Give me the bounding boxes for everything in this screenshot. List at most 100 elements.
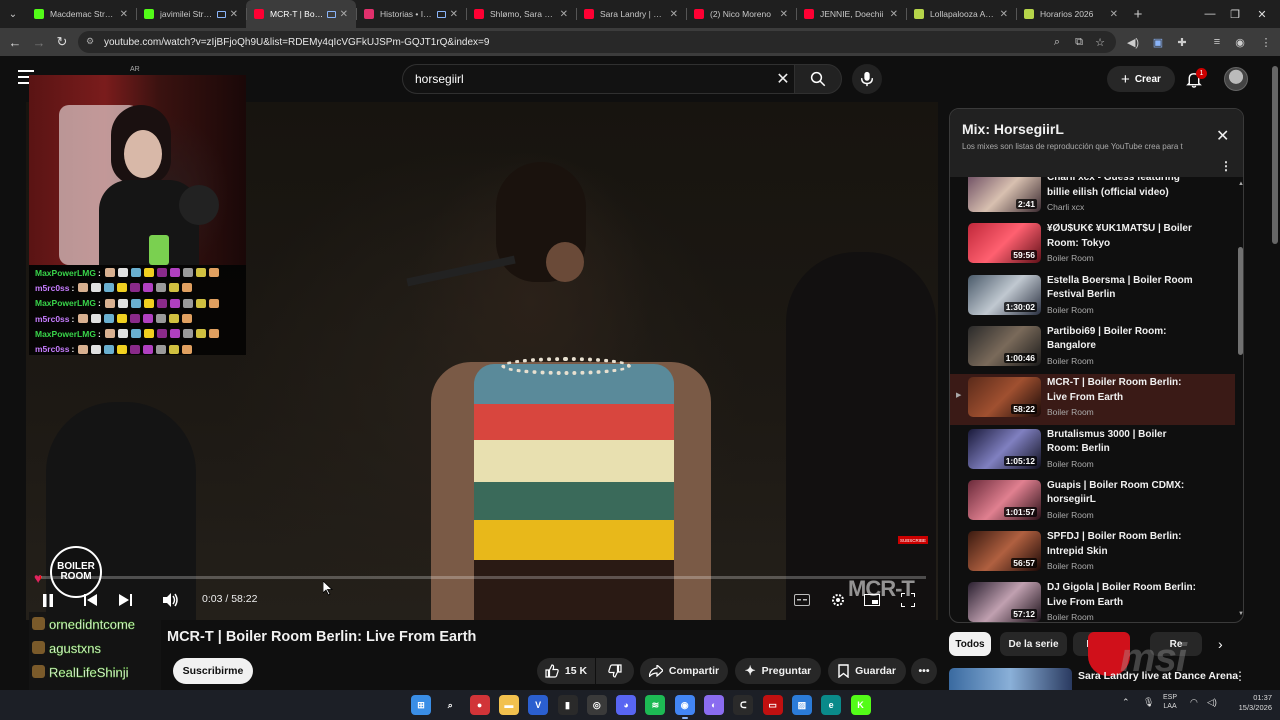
playlist-item[interactable]: 1:01:57 Guapis | Boiler Room CDMX: horseg…	[950, 477, 1235, 528]
photos-icon[interactable]: ▨	[791, 695, 812, 715]
bookmark-star-icon[interactable]: ☆	[1092, 34, 1108, 50]
app-web-icon[interactable]: ◐	[704, 695, 724, 715]
playlist-scrollbar[interactable]: ▲ ▼	[1237, 177, 1243, 622]
account-avatar[interactable]	[1224, 67, 1248, 91]
app-dark-icon[interactable]: ▮	[557, 695, 578, 715]
save-button[interactable]: Guardar	[828, 658, 906, 684]
app-circle-icon[interactable]: ◎	[586, 695, 607, 715]
address-bar[interactable]: ⚙ youtube.com/watch?v=zIjBFjoQh9U&list=R…	[78, 31, 1116, 53]
browser-tab[interactable]: Horarios 2026 ✕	[1016, 0, 1126, 28]
site-info-icon[interactable]: ⚙	[86, 36, 98, 48]
tab-close-icon[interactable]: ✕	[340, 9, 348, 20]
tab-search-icon[interactable]: ⌄	[0, 0, 26, 28]
like-button[interactable]: 15 K	[537, 658, 595, 684]
browser-tab[interactable]: Macdemac Stream ✕	[26, 0, 136, 28]
back-icon[interactable]: ←	[5, 32, 25, 52]
next-button[interactable]	[115, 590, 135, 610]
system-clock[interactable]: 01:37 15/3/2026	[1226, 693, 1272, 713]
playlist-thumbnail[interactable]: 2:41	[968, 177, 1041, 212]
subscribe-button[interactable]: Suscribirme	[173, 658, 253, 684]
app-red-icon[interactable]: ●	[469, 695, 490, 715]
scroll-up-icon[interactable]: ▲	[1238, 181, 1243, 187]
playlist-thumbnail[interactable]: 59:56	[968, 223, 1041, 264]
search-button[interactable]	[794, 64, 842, 94]
playlist-thumbnail[interactable]: 57:12	[968, 582, 1041, 622]
filter-chip[interactable]: Todos	[949, 632, 991, 656]
clear-search-icon[interactable]: ✕	[772, 68, 794, 90]
search-input[interactable]: horsegiirl	[402, 64, 794, 94]
windows-start-icon[interactable]: ⊞	[411, 695, 431, 715]
create-button[interactable]: + Crear	[1107, 66, 1175, 92]
tab-close-icon[interactable]: ✕	[670, 9, 678, 20]
playlist-item[interactable]: 1:00:46 Partiboi69 | Boiler Room: Bangalo…	[950, 323, 1235, 374]
spotify-icon[interactable]: ≋	[645, 695, 666, 715]
tab-close-icon[interactable]: ✕	[1110, 9, 1118, 20]
tab-close-icon[interactable]: ✕	[1000, 9, 1008, 20]
edge-icon[interactable]: e	[821, 695, 842, 715]
browser-tab[interactable]: (2) Nico Moreno ✕	[686, 0, 796, 28]
scroll-down-icon[interactable]: ▼	[1238, 611, 1243, 617]
kick-icon[interactable]: K	[850, 695, 871, 715]
discord-icon[interactable]: ◕	[616, 695, 637, 715]
browser-tab[interactable]: javimilei Stream ✕	[136, 0, 246, 28]
tab-close-icon[interactable]: ✕	[560, 9, 568, 20]
tab-close-icon[interactable]: ✕	[890, 9, 898, 20]
tab-media-icon[interactable]	[216, 10, 226, 18]
miniplayer-button[interactable]	[862, 590, 882, 610]
mute-button[interactable]	[160, 590, 182, 610]
playlist-scrollbar-thumb[interactable]	[1238, 247, 1243, 355]
related-video-thumbnail[interactable]	[949, 668, 1072, 690]
tab-close-icon[interactable]: ✕	[120, 9, 128, 20]
playlist-item[interactable]: 1:05:12 Brutalismus 3000 | Boiler Room: B…	[950, 426, 1235, 477]
zoom-icon[interactable]: ⌕	[1049, 34, 1065, 50]
browser-tab[interactable]: Historias • Instagram ✕	[356, 0, 466, 28]
pause-button[interactable]	[38, 590, 58, 610]
tray-mic-icon[interactable]: 🎙	[1143, 697, 1154, 708]
reload-icon[interactable]: ↻	[52, 32, 72, 52]
tab-close-icon[interactable]: ✕	[230, 9, 238, 20]
forward-icon[interactable]: →	[29, 32, 49, 52]
browser-tab[interactable]: Shlømo, Sara Landry ✕	[466, 0, 576, 28]
close-playlist-icon[interactable]: ✕	[1216, 126, 1229, 146]
playlist-item[interactable]: 1:30:02 Estella Boersma | Boiler Room Fes…	[950, 272, 1235, 323]
app-c-icon[interactable]: ᑕ	[733, 695, 754, 715]
related-video-title[interactable]: Sara Landry live at Dance Arena	[1078, 670, 1238, 682]
playlist-item[interactable]: 2:41 Charli xcx - Guess featuring billie …	[950, 177, 1235, 220]
browser-tab[interactable]: Sara Landry | Boiler ✕	[576, 0, 686, 28]
media-control-icon[interactable]: ◀)	[1125, 34, 1141, 50]
playlist-item[interactable]: 56:57 SPFDJ | Boiler Room Berlin: Intrepi…	[950, 528, 1235, 579]
browser-menu-icon[interactable]: ⋮	[1258, 34, 1274, 50]
dislike-button[interactable]	[596, 658, 634, 684]
playlist-item[interactable]: 59:56 ¥ØU$UK€ ¥UK1MAT$U | Boiler Room: To…	[950, 220, 1235, 271]
close-window-icon[interactable]: ✕	[1242, 0, 1280, 28]
tab-media-icon[interactable]	[326, 10, 336, 18]
page-scrollbar[interactable]	[1270, 56, 1280, 690]
settings-button[interactable]	[828, 590, 848, 610]
playlist-thumbnail[interactable]: 1:30:02	[968, 274, 1041, 315]
playlist-more-icon[interactable]: ⋮	[1220, 159, 1232, 173]
fullscreen-button[interactable]	[898, 590, 918, 610]
related-video-menu-icon[interactable]: ⋮	[1234, 669, 1246, 683]
progress-bar[interactable]	[40, 576, 926, 579]
playlist-thumbnail[interactable]: 1:05:12	[968, 428, 1041, 469]
extensions-puzzle-icon[interactable]: ✚	[1174, 34, 1190, 50]
reading-list-icon[interactable]: ≡	[1209, 34, 1225, 50]
share-button[interactable]: Compartir	[640, 658, 728, 684]
tab-close-icon[interactable]: ✕	[450, 9, 458, 20]
file-explorer-icon[interactable]: ▬	[498, 695, 519, 715]
captions-button[interactable]	[792, 590, 812, 610]
search-icon[interactable]: ⌕	[440, 695, 460, 715]
playlist-thumbnail[interactable]: 1:00:46	[968, 325, 1041, 366]
speaker-icon[interactable]: ◁)	[1207, 697, 1217, 708]
previous-button[interactable]	[80, 590, 100, 610]
app-v-icon[interactable]: V	[528, 695, 549, 715]
playlist-item-current[interactable]: ▶ 58:22 MCR-T | Boiler Room Berlin: Live F…	[950, 374, 1235, 426]
chips-next-icon[interactable]: ›	[1218, 636, 1223, 652]
browser-tab[interactable]: JENNIE, Doechii ✕	[796, 0, 906, 28]
app-voicemeeter-icon[interactable]: ▭	[762, 695, 783, 715]
browser-tab[interactable]: Lollapalooza Argentina ✕	[906, 0, 1016, 28]
tab-close-icon[interactable]: ✕	[780, 9, 788, 20]
profile-icon[interactable]: ◉	[1232, 34, 1248, 50]
extension-icon[interactable]: ▣	[1150, 34, 1166, 50]
browser-tab[interactable]: MCR-T | Boiler ✕	[246, 0, 356, 28]
